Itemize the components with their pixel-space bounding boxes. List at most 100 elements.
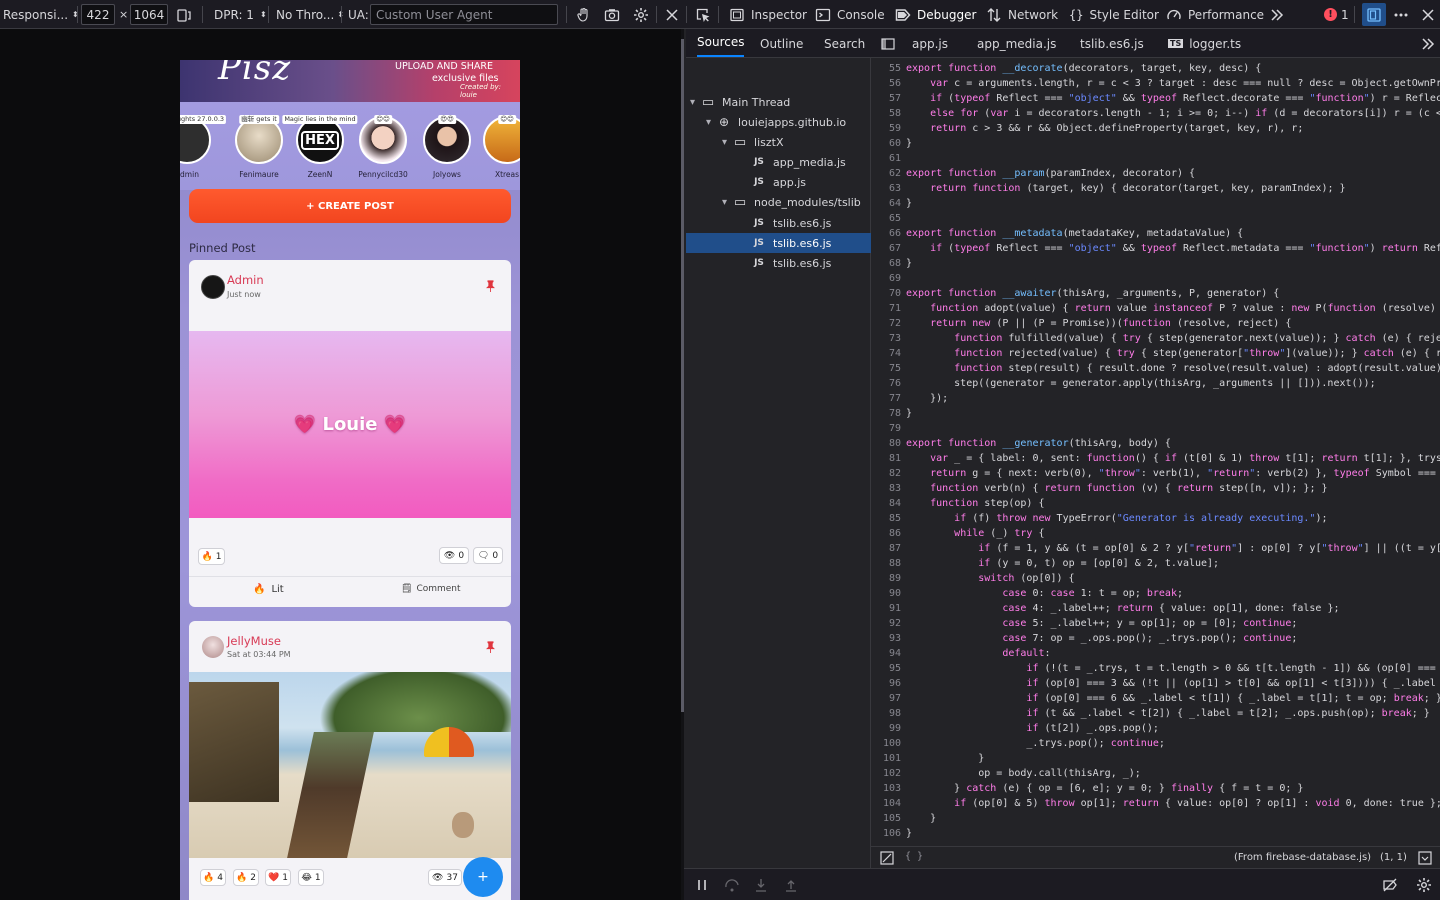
line-number[interactable]: 58 <box>871 108 901 119</box>
element-picker-button[interactable] <box>695 0 711 29</box>
tree-item-folder[interactable]: ▾ ▭ node_modules/tslib <box>686 192 871 212</box>
reaction-chip[interactable]: 🔥 1 <box>198 548 225 565</box>
user-agent-input[interactable]: Custom User Agent <box>370 4 558 25</box>
line-number[interactable]: 55 <box>871 63 901 74</box>
line-number[interactable]: 88 <box>871 558 901 569</box>
line-number[interactable]: 71 <box>871 303 901 314</box>
device-selector[interactable]: Responsi... ⬍ <box>3 0 79 29</box>
line-number[interactable]: 72 <box>871 318 901 329</box>
line-number[interactable]: 85 <box>871 513 901 524</box>
story-item[interactable]: 😍😍 Jolyows <box>422 115 472 179</box>
close-rdm-button[interactable] <box>664 0 680 29</box>
line-number[interactable]: 73 <box>871 333 901 344</box>
line-number[interactable]: 62 <box>871 168 901 179</box>
post-media[interactable]: 💗 Louie 💗 <box>189 331 511 518</box>
line-number[interactable]: 81 <box>871 453 901 464</box>
tab-outline[interactable]: Outline <box>760 29 803 58</box>
line-number[interactable]: 63 <box>871 183 901 194</box>
tab-search[interactable]: Search <box>824 29 865 58</box>
line-number[interactable]: 80 <box>871 438 901 449</box>
prettify-icon[interactable] <box>879 850 895 866</box>
tree-item-domain[interactable]: ▾ ⊕ louiejapps.github.io <box>686 112 871 132</box>
close-devtools-button[interactable] <box>1420 0 1436 29</box>
tree-item-thread[interactable]: ▾ ▭ Main Thread <box>686 92 871 112</box>
line-number[interactable]: 86 <box>871 528 901 539</box>
line-number[interactable]: 101 <box>871 753 901 764</box>
line-number[interactable]: 103 <box>871 783 901 794</box>
line-number[interactable]: 66 <box>871 228 901 239</box>
viewport-width-input[interactable]: 422 <box>81 4 115 25</box>
line-number[interactable]: 87 <box>871 543 901 554</box>
line-number[interactable]: 91 <box>871 603 901 614</box>
line-number[interactable]: 76 <box>871 378 901 389</box>
line-number[interactable]: 59 <box>871 123 901 134</box>
line-number[interactable]: 65 <box>871 213 901 224</box>
line-number[interactable]: 70 <box>871 288 901 299</box>
step-out-icon[interactable] <box>783 877 799 893</box>
line-number[interactable]: 106 <box>871 828 901 839</box>
story-item[interactable]: HEX Magic lies in the mind ZeenN <box>282 115 358 179</box>
screenshot-button[interactable] <box>604 0 620 29</box>
tree-item-js[interactable]: JS tslib.es6.js <box>686 213 871 233</box>
tab-sources[interactable]: Sources <box>697 29 745 57</box>
comments-chip[interactable]: 🗨 0 <box>473 547 503 564</box>
line-number[interactable]: 84 <box>871 498 901 509</box>
step-in-icon[interactable] <box>753 877 769 893</box>
create-post-button[interactable]: + CREATE POST <box>189 189 511 223</box>
more-files-button[interactable] <box>1420 29 1436 58</box>
reaction-chip[interactable]: 🔥 2 <box>233 869 259 886</box>
tree-item-js[interactable]: JS app_media.js <box>686 152 871 172</box>
line-number[interactable]: 60 <box>871 138 901 149</box>
toggle-sidebar-button[interactable] <box>880 29 896 58</box>
line-number[interactable]: 99 <box>871 723 901 734</box>
post-media[interactable] <box>189 672 511 858</box>
comment-button[interactable]: 🗒 Comment <box>401 584 461 594</box>
viewport-height-input[interactable]: 1064 <box>130 4 168 25</box>
line-number[interactable]: 89 <box>871 573 901 584</box>
line-number[interactable]: 68 <box>871 258 901 269</box>
more-tabs-button[interactable] <box>1269 0 1285 29</box>
file-tab[interactable]: app_media.js <box>977 29 1056 58</box>
error-count-button[interactable]: ! 1 <box>1324 0 1349 29</box>
story-item[interactable]: 😊😊 Pennycilcd30 <box>358 115 408 179</box>
reaction-chip[interactable]: 😂 1 <box>298 869 324 886</box>
tab-inspector[interactable]: Inspector <box>729 0 807 29</box>
twisty-icon[interactable]: ▾ <box>690 97 695 108</box>
line-number[interactable]: 102 <box>871 768 901 779</box>
twisty-icon[interactable]: ▾ <box>722 137 727 148</box>
tree-item-js[interactable]: JS tslib.es6.js <box>686 233 871 253</box>
devtools-menu-button[interactable] <box>1393 0 1409 29</box>
code-editor[interactable]: 55 export function __decorate(decorators,… <box>871 58 1440 876</box>
line-number[interactable]: 61 <box>871 153 901 164</box>
line-number[interactable]: 104 <box>871 798 901 809</box>
line-number[interactable]: 92 <box>871 618 901 629</box>
story-item[interactable]: 😊😊 Xtreas <box>482 115 520 179</box>
line-number[interactable]: 90 <box>871 588 901 599</box>
line-number[interactable]: 67 <box>871 243 901 254</box>
line-number[interactable]: 57 <box>871 93 901 104</box>
tab-console[interactable]: Console <box>815 0 885 29</box>
deactivate-breakpoints-icon[interactable] <box>1382 877 1398 893</box>
step-over-icon[interactable] <box>724 877 740 893</box>
line-number[interactable]: 94 <box>871 648 901 659</box>
avatar[interactable] <box>202 636 224 658</box>
source-origin[interactable]: (From firebase-database.js) <box>1234 852 1371 863</box>
post-author[interactable]: JellyMuse <box>227 634 281 648</box>
rotate-viewport-button[interactable] <box>176 0 192 29</box>
tab-performance[interactable]: Performance <box>1166 0 1264 29</box>
line-number[interactable]: 93 <box>871 633 901 644</box>
pause-icon[interactable] <box>694 877 710 893</box>
line-number[interactable]: 79 <box>871 423 901 434</box>
dpr-selector[interactable]: DPR: 1 ⬍ <box>214 0 267 29</box>
line-number[interactable]: 69 <box>871 273 901 284</box>
line-number[interactable]: 95 <box>871 663 901 674</box>
line-number[interactable]: 77 <box>871 393 901 404</box>
file-tab[interactable]: TS logger.ts <box>1168 29 1241 58</box>
reaction-chip[interactable]: ❤️ 1 <box>265 869 291 886</box>
line-number[interactable]: 75 <box>871 363 901 374</box>
line-number[interactable]: 56 <box>871 78 901 89</box>
gear-icon[interactable] <box>1416 877 1432 893</box>
touch-simulation-button[interactable] <box>575 0 591 29</box>
rdm-settings-button[interactable] <box>633 0 649 29</box>
line-number[interactable]: 105 <box>871 813 901 824</box>
